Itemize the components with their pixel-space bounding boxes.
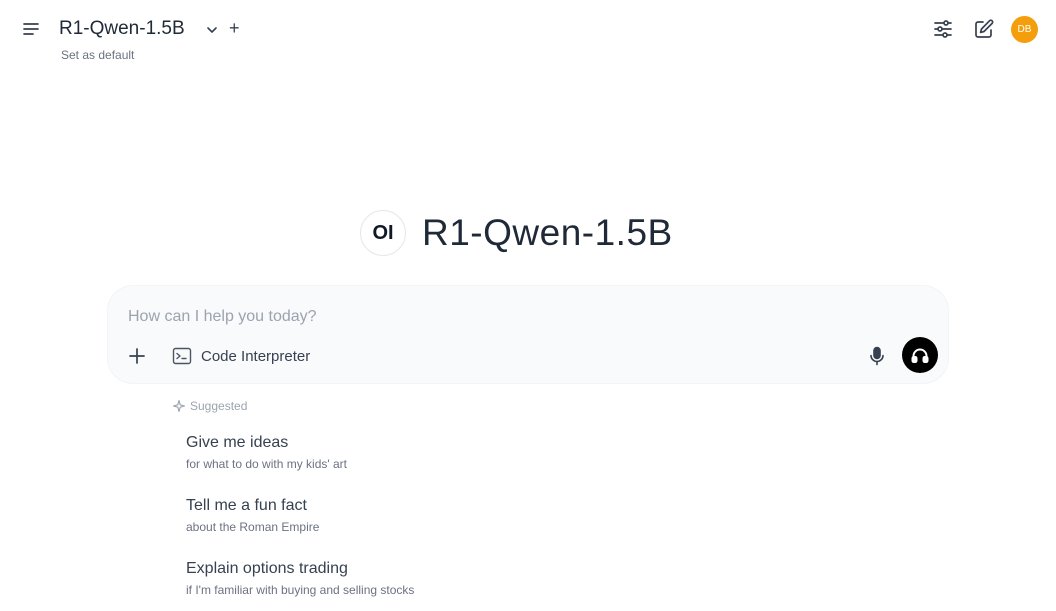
hero-section: OI R1-Qwen-1.5B <box>360 210 673 256</box>
terminal-icon <box>172 347 192 365</box>
suggestion-title: Tell me a fun fact <box>186 497 307 514</box>
suggestion-item[interactable]: Tell me a fun fact about the Roman Empir… <box>186 497 606 534</box>
edit-icon <box>975 19 994 38</box>
user-avatar[interactable]: DB <box>1011 16 1038 43</box>
suggestion-subtitle: about the Roman Empire <box>186 520 320 534</box>
code-interpreter-label: Code Interpreter <box>201 347 311 365</box>
hero-model-title: R1-Qwen-1.5B <box>422 212 673 253</box>
chevron-down-icon <box>207 27 217 33</box>
code-interpreter-toggle[interactable]: Code Interpreter <box>172 344 310 368</box>
voice-mode-button[interactable] <box>902 337 938 373</box>
message-composer: Code Interpreter <box>107 285 949 384</box>
microphone-icon <box>870 346 884 366</box>
menu-icon <box>23 23 39 35</box>
suggestion-item[interactable]: Give me ideas for what to do with my kid… <box>186 434 606 471</box>
headphones-icon <box>911 348 929 363</box>
model-selector-title[interactable]: R1-Qwen-1.5B <box>59 18 185 40</box>
dictate-button[interactable] <box>866 345 888 367</box>
top-bar: R1-Qwen-1.5B + Set as default DB <box>0 0 1056 70</box>
suggestion-title: Explain options trading <box>186 560 348 577</box>
attach-more-button[interactable] <box>125 344 149 368</box>
suggested-label: Suggested <box>190 399 248 413</box>
new-chat-button[interactable] <box>973 18 995 40</box>
add-model-button[interactable]: + <box>229 19 240 37</box>
model-selector-dropdown[interactable] <box>204 22 220 38</box>
prompt-input[interactable] <box>128 306 888 328</box>
chat-controls-button[interactable] <box>932 18 954 40</box>
suggestion-title: Give me ideas <box>186 434 289 451</box>
sparkle-icon <box>172 399 186 413</box>
suggested-header: Suggested <box>172 399 247 413</box>
plus-icon <box>129 348 145 364</box>
suggestion-subtitle: if I'm familiar with buying and selling … <box>186 583 415 597</box>
model-logo: OI <box>360 210 406 256</box>
sliders-icon <box>934 20 952 38</box>
set-as-default-link[interactable]: Set as default <box>61 48 134 62</box>
sidebar-toggle-button[interactable] <box>20 18 42 40</box>
suggestion-subtitle: for what to do with my kids' art <box>186 457 348 471</box>
suggestion-item[interactable]: Explain options trading if I'm familiar … <box>186 560 606 597</box>
